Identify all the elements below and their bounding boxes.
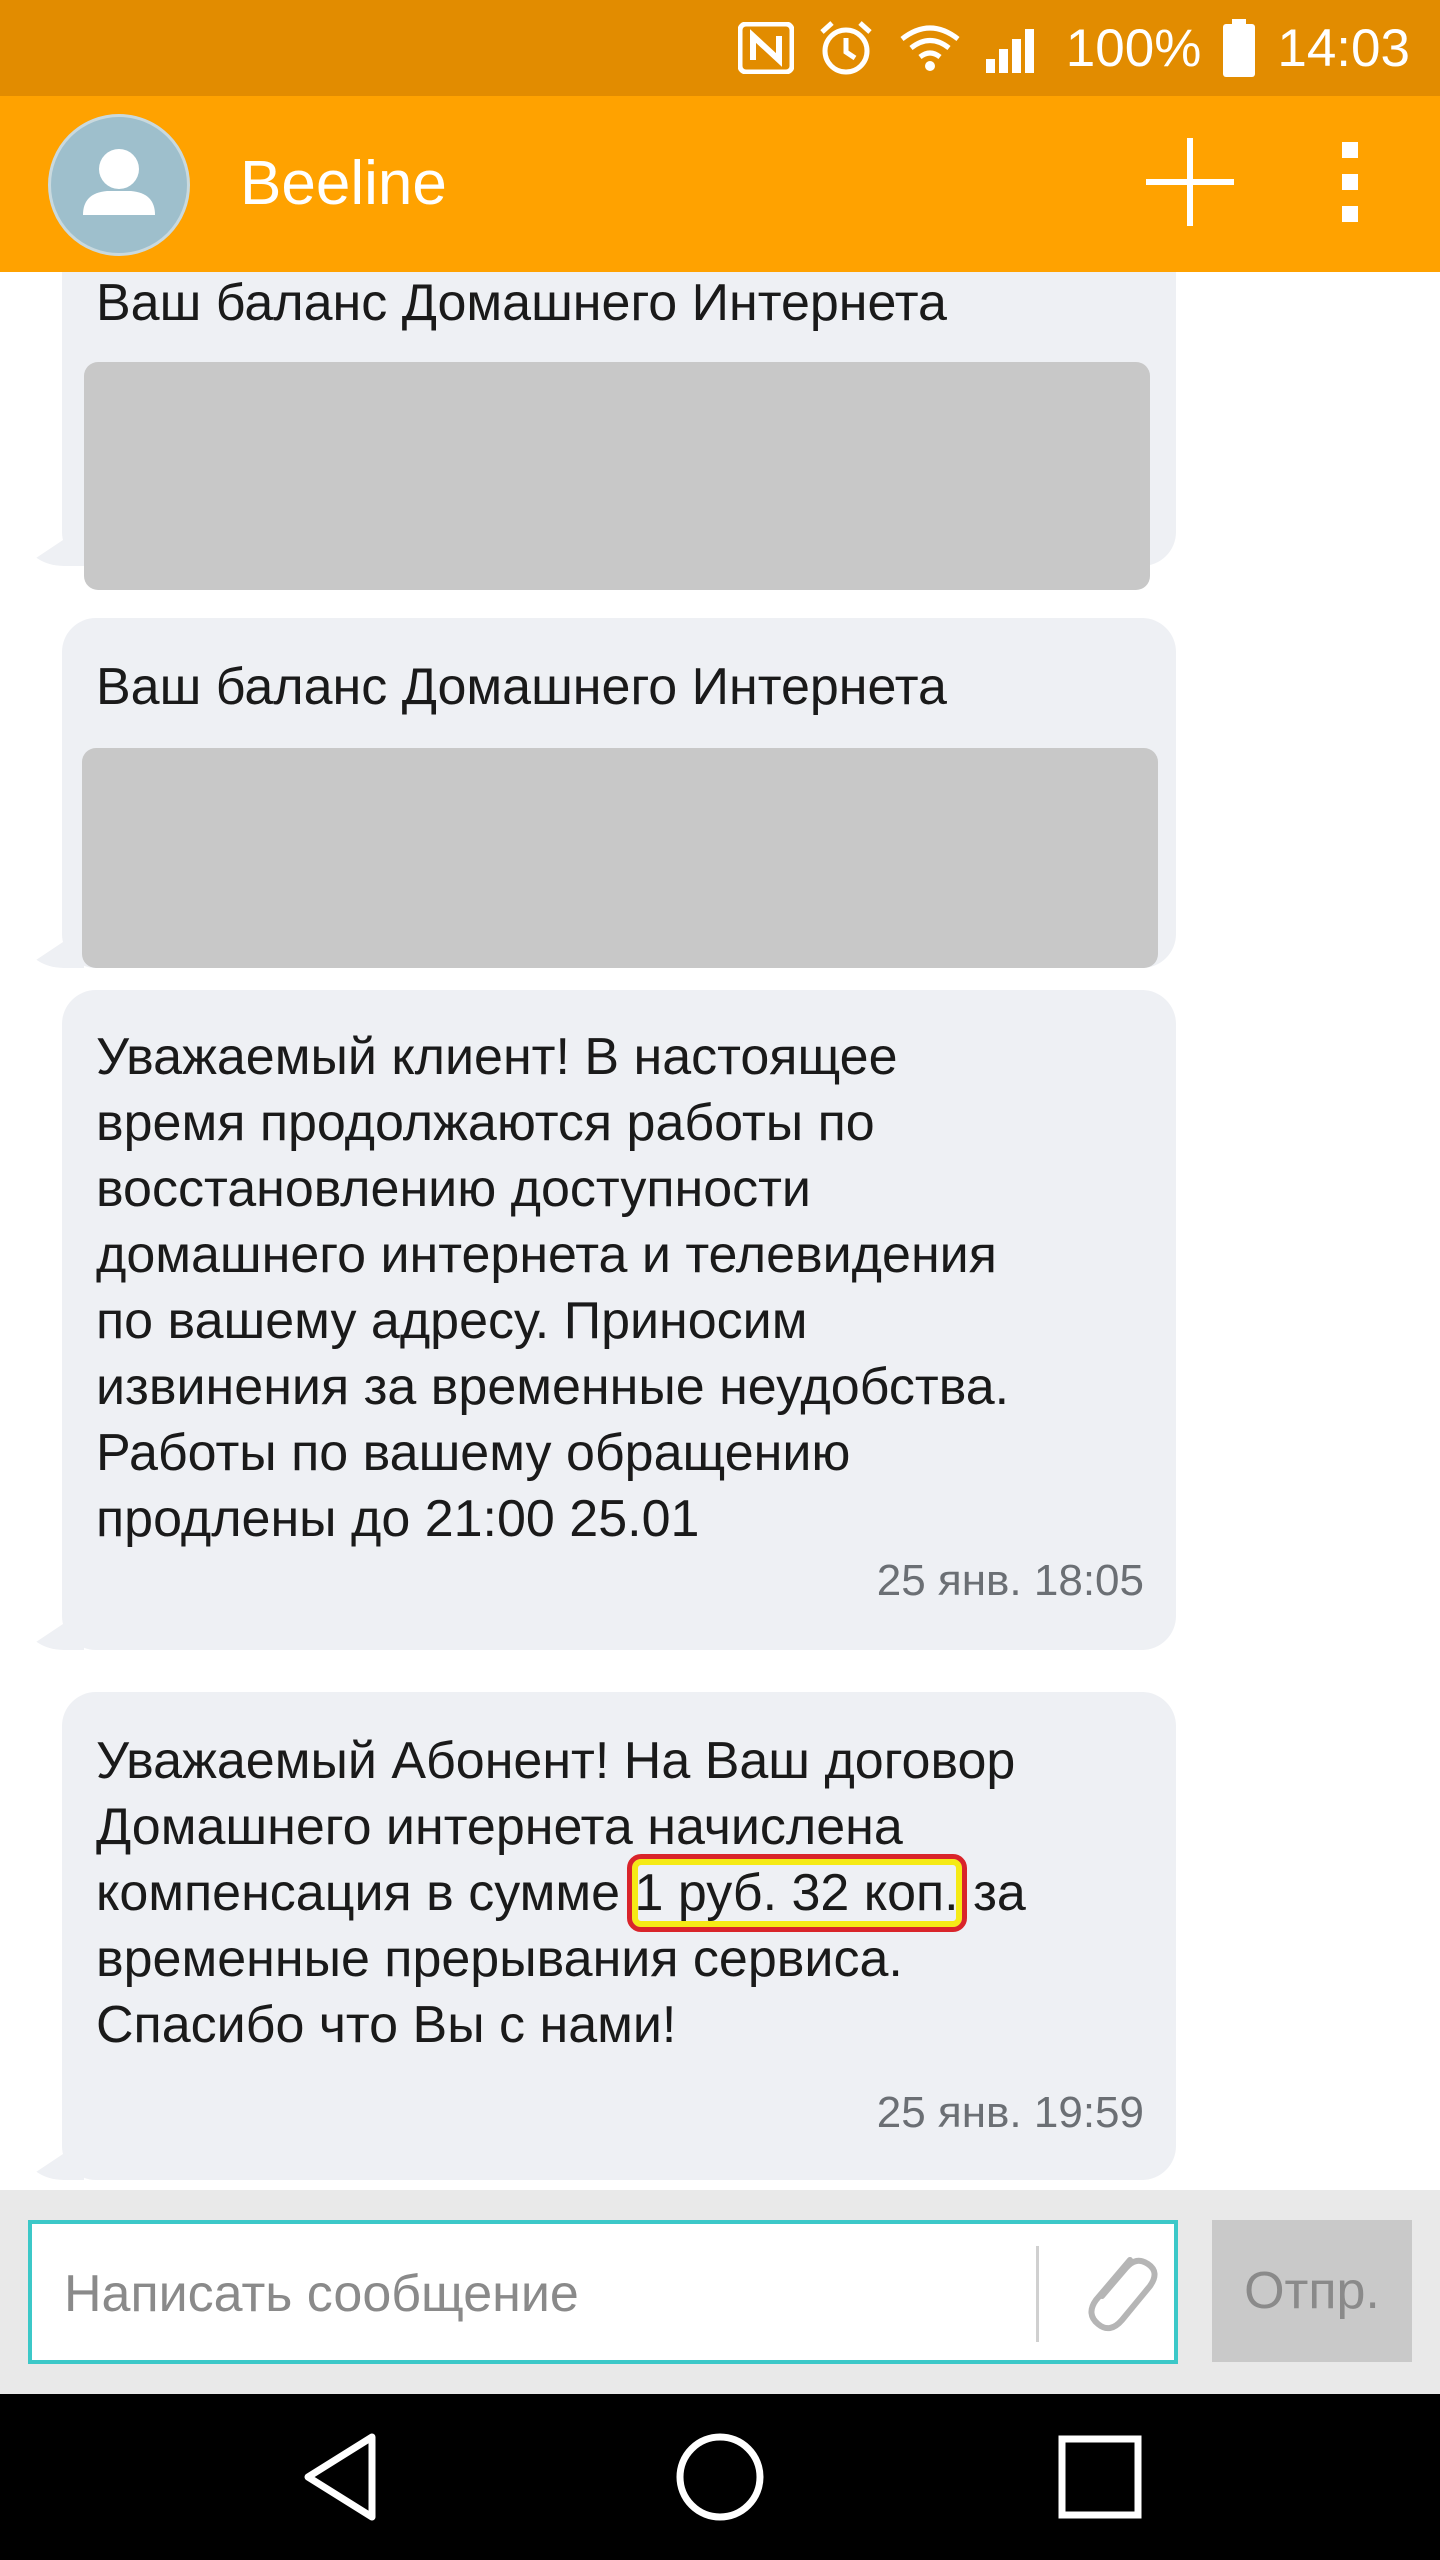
message-line: Спасибо что Вы с нами! <box>96 1996 677 2054</box>
alarm-icon <box>816 18 876 78</box>
home-icon[interactable] <box>670 2427 770 2527</box>
message-bubble[interactable]: Ваш баланс Домашнего Интернета <box>62 272 1176 590</box>
clock: 14:03 <box>1277 18 1410 78</box>
overflow-menu-icon[interactable] <box>1310 132 1390 232</box>
message-fragment: за <box>958 1864 1026 1922</box>
message-line: компенсация в сумме 1 руб. 32 коп. за <box>96 1854 1026 1932</box>
redacted-area <box>84 362 1150 590</box>
message-bubble[interactable]: Ваш баланс Домашнего Интернета <box>62 618 1176 968</box>
battery-icon <box>1223 19 1256 77</box>
message-fragment: компенсация в сумме <box>96 1864 635 1922</box>
message-text: Уважаемый клиент! В настоящее время прод… <box>96 1028 1010 1548</box>
redacted-area <box>82 748 1158 968</box>
add-icon[interactable] <box>1140 132 1240 232</box>
message-line: Уважаемый Абонент! На Ваш договор <box>96 1732 1016 1790</box>
compose-field[interactable] <box>28 2220 1178 2364</box>
battery-percent: 100% <box>1065 18 1202 78</box>
nfc-icon <box>737 22 794 74</box>
attach-icon[interactable] <box>1068 2238 1168 2348</box>
message-list[interactable]: Ваш баланс Домашнего Интернета Ваш балан… <box>0 272 1440 2190</box>
compose-bar: Отпр. <box>0 2190 1440 2394</box>
wifi-icon <box>898 23 962 73</box>
divider <box>1036 2246 1039 2342</box>
message-bubble[interactable]: Уважаемый клиент! В настоящее время прод… <box>62 990 1176 1650</box>
message-text: Ваш баланс Домашнего Интернета <box>96 274 947 332</box>
avatar-icon[interactable] <box>48 114 190 256</box>
message-input[interactable] <box>62 2248 1026 2340</box>
highlighted-amount: 1 руб. 32 коп. <box>626 1854 967 1932</box>
navigation-bar <box>0 2394 1440 2560</box>
message-text: Ваш баланс Домашнего Интернета <box>96 658 947 716</box>
recents-icon[interactable] <box>1050 2427 1150 2527</box>
message-line: Домашнего интернета начислена <box>96 1798 903 1856</box>
send-button[interactable]: Отпр. <box>1212 2220 1412 2362</box>
back-icon[interactable] <box>290 2427 390 2527</box>
message-timestamp: 25 янв. 18:05 <box>876 1556 1144 1605</box>
message-bubble[interactable]: Уважаемый Абонент! На Ваш договор Домашн… <box>62 1692 1176 2180</box>
highlighted-text: 1 руб. 32 коп. <box>634 1864 959 1922</box>
contact-name[interactable]: Beeline <box>240 148 447 219</box>
signal-icon <box>984 21 1044 75</box>
app-bar: Beeline <box>0 96 1440 272</box>
message-text: Уважаемый Абонент! На Ваш договор Домашн… <box>96 1728 1026 2058</box>
status-bar: 100% 14:03 <box>0 0 1440 96</box>
message-line: временные прерывания сервиса. <box>96 1930 903 1988</box>
message-timestamp: 25 янв. 19:59 <box>876 2088 1144 2137</box>
